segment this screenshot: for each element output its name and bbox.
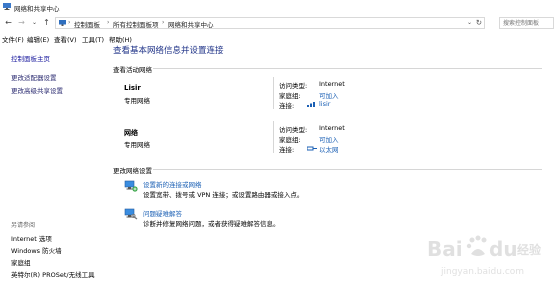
see-also-heading: 另请参阅 xyxy=(11,222,36,229)
access-type-value: Internet xyxy=(319,124,345,132)
section-divider xyxy=(153,169,542,170)
new-connection-icon xyxy=(124,180,138,192)
network-type: 专用网络 xyxy=(124,97,150,105)
menu-bar: 文件(F) 编辑(E) 查看(V) 工具(T) 帮助(H) xyxy=(0,33,554,45)
breadcrumb-all-items[interactable]: 所有控制面板项 xyxy=(113,19,159,29)
svg-text:du: du xyxy=(489,237,518,261)
troubleshoot-desc: 诊断并修复网络问题，或者获得疑难解答信息。 xyxy=(143,220,280,228)
setup-new-connection-link[interactable]: 设置新的连接或网络 xyxy=(143,179,202,189)
network-name: Lisir xyxy=(124,84,141,92)
access-type-label: 访问类型: xyxy=(279,126,308,134)
window-title: 网络和共享中心 xyxy=(14,5,60,13)
back-arrow-icon[interactable]: ← xyxy=(4,18,13,28)
network-divider xyxy=(273,77,274,109)
breadcrumb-separator-icon: › xyxy=(107,19,110,26)
access-type-value: Internet xyxy=(319,80,345,88)
network-center-icon xyxy=(3,3,11,10)
control-panel-icon xyxy=(59,20,66,26)
active-networks-heading: 查看活动网络 xyxy=(113,66,152,74)
internet-options-link[interactable]: Internet 选项 xyxy=(11,233,52,243)
breadcrumb-separator-icon: › xyxy=(68,19,71,26)
change-adapter-settings-link[interactable]: 更改适配器设置 xyxy=(11,72,57,82)
control-panel-home-link[interactable]: 控制面板主页 xyxy=(11,53,50,63)
breadcrumb-network-center[interactable]: 网络和共享中心 xyxy=(168,19,214,29)
address-dropdown-icon[interactable]: ⌄ xyxy=(467,19,472,26)
troubleshoot-icon xyxy=(124,208,138,220)
access-type-label: 访问类型: xyxy=(279,82,308,90)
troubleshoot-link[interactable]: 问题疑难解答 xyxy=(143,208,182,218)
homegroup-link[interactable]: 家庭组 xyxy=(11,257,31,267)
connection-label: 连接: xyxy=(279,102,295,110)
menu-file[interactable]: 文件(F) xyxy=(2,34,24,44)
section-divider xyxy=(153,68,542,69)
homegroup-label: 家庭组: xyxy=(279,92,301,100)
page-title: 查看基本网络信息并设置连接 xyxy=(113,46,224,56)
intel-proset-link[interactable]: 英特尔(R) PROSet/无线工具 xyxy=(11,269,95,279)
menu-view[interactable]: 查看(V) xyxy=(54,34,77,44)
address-field[interactable]: › 控制面板 › 所有控制面板项 › 网络和共享中心 ⌄ ↻ xyxy=(55,17,485,29)
svg-text:Bai: Bai xyxy=(427,237,463,261)
network-divider xyxy=(273,121,274,153)
baidu-watermark-logo: Bai du 经验 jingyan.baidu.com xyxy=(427,235,542,277)
forward-arrow-icon[interactable]: → xyxy=(17,18,26,28)
network-type: 专用网络 xyxy=(124,141,150,149)
title-bar: 网络和共享中心 xyxy=(0,0,554,14)
homegroup-join-link[interactable]: 可加入 xyxy=(319,90,339,100)
left-pane: 控制面板主页 更改适配器设置 更改高级共享设置 另请参阅 Internet 选项… xyxy=(0,45,100,283)
menu-help[interactable]: 帮助(H) xyxy=(109,34,132,44)
menu-edit[interactable]: 编辑(E) xyxy=(27,34,49,44)
up-arrow-icon[interactable]: ↑ xyxy=(42,18,51,28)
change-advanced-sharing-link[interactable]: 更改高级共享设置 xyxy=(11,85,63,95)
change-settings-heading: 更改网络设置 xyxy=(113,167,152,175)
setup-new-connection-desc: 设置宽带、拨号或 VPN 连接；或设置路由器或接入点。 xyxy=(143,191,304,199)
recent-chevron-icon[interactable]: ⌄ xyxy=(30,18,39,28)
connection-label: 连接: xyxy=(279,146,295,154)
search-input[interactable] xyxy=(500,18,553,28)
network-name: 网络 xyxy=(124,129,138,137)
breadcrumb-separator-icon: › xyxy=(162,19,165,26)
connection-link-lisir[interactable]: lisir xyxy=(319,100,330,108)
homegroup-label: 家庭组: xyxy=(279,136,301,144)
wifi-signal-icon xyxy=(307,102,315,107)
ethernet-icon xyxy=(307,146,317,151)
homegroup-join-link[interactable]: 可加入 xyxy=(319,134,339,144)
connection-link-ethernet[interactable]: 以太网 xyxy=(319,144,339,154)
svg-text:经验: 经验 xyxy=(517,242,542,257)
address-bar: ← → ⌄ ↑ › 控制面板 › 所有控制面板项 › 网络和共享中心 ⌄ ↻ xyxy=(0,14,554,32)
svg-text:jingyan.baidu.com: jingyan.baidu.com xyxy=(440,267,524,277)
windows-firewall-link[interactable]: Windows 防火墙 xyxy=(11,245,62,255)
breadcrumb-control-panel[interactable]: 控制面板 xyxy=(74,19,100,29)
menu-tools[interactable]: 工具(T) xyxy=(82,34,104,44)
refresh-icon[interactable]: ↻ xyxy=(476,18,482,27)
search-box[interactable] xyxy=(499,17,554,29)
